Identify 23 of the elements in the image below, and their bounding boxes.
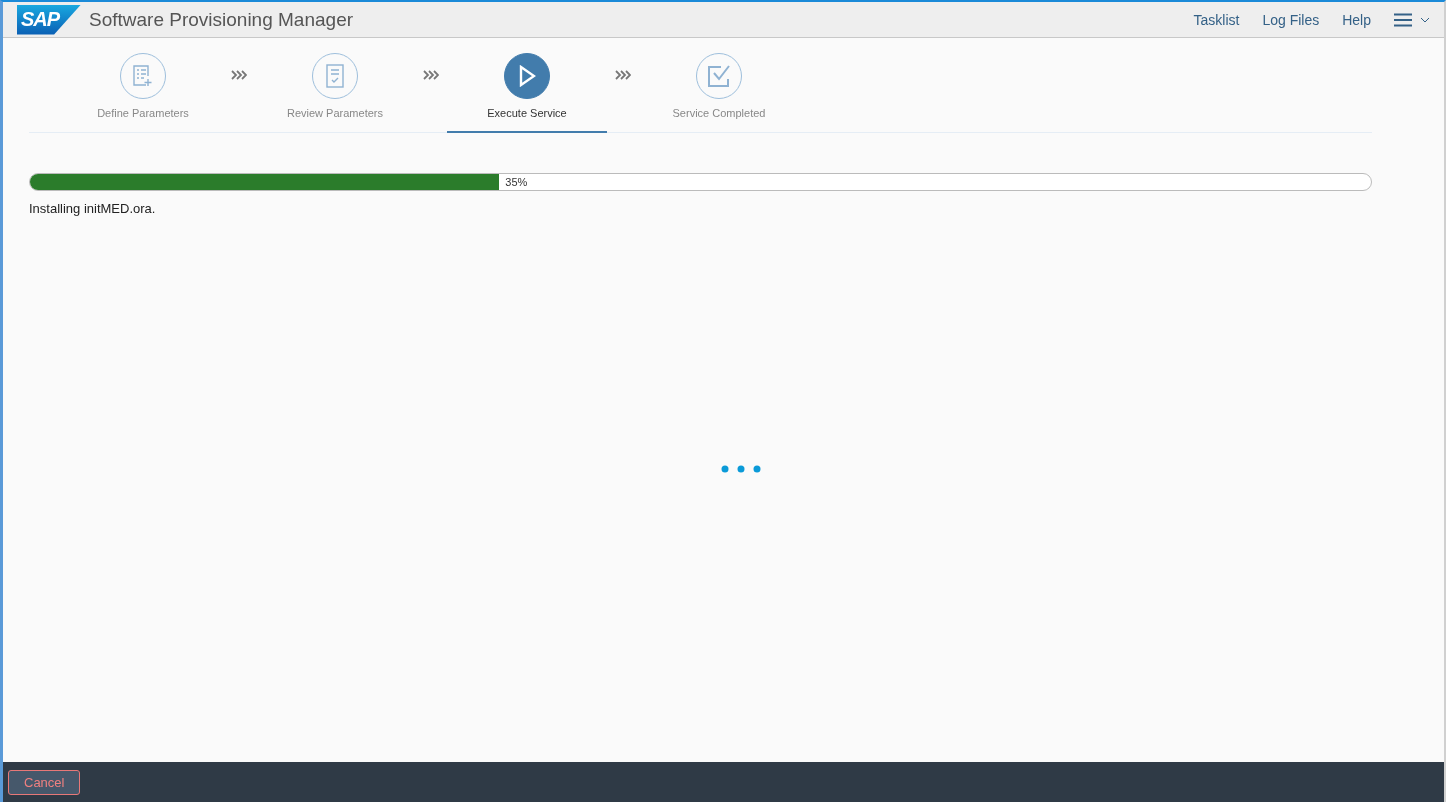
header-link[interactable]: Help	[1342, 11, 1371, 28]
chevrons-icon	[615, 70, 631, 80]
app-title: Software Provisioning Manager	[89, 8, 354, 31]
menu-button[interactable]	[1394, 12, 1430, 27]
document-check-icon	[326, 64, 344, 88]
progress-reading: 35%	[505, 175, 528, 190]
wizard-step[interactable]: Define Parameters	[63, 38, 223, 133]
checkbox-check-icon	[707, 64, 731, 88]
cancel-button[interactable]: Cancel	[8, 769, 81, 795]
wizard-step[interactable]: Service Completed	[639, 38, 799, 133]
header-link[interactable]: Tasklist	[1193, 11, 1240, 28]
list-add-icon	[132, 64, 154, 88]
caret-icon	[1420, 16, 1430, 23]
status-message: Installing initMED.ora.	[29, 201, 157, 216]
header-link[interactable]: Log Files	[1262, 11, 1320, 28]
menu-icon	[1394, 12, 1412, 27]
logo: SAP	[17, 4, 81, 35]
chevrons-icon	[423, 70, 439, 80]
loading-dots-icon	[720, 465, 761, 473]
wizard-step[interactable]: Execute Service	[447, 38, 607, 133]
play-icon	[518, 65, 536, 87]
wizard-step[interactable]: Review Parameters	[255, 38, 415, 133]
chevrons-icon	[231, 70, 247, 80]
